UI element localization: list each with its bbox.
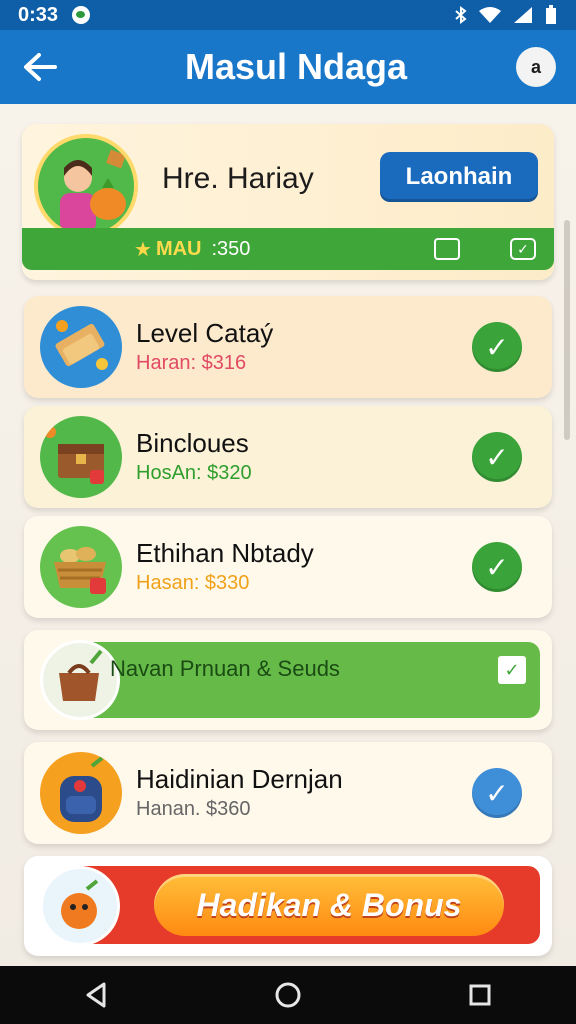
list-item[interactable]: Haidinian Dernjan Hanan. $360 ✓ xyxy=(24,742,552,844)
treasure-chest-icon xyxy=(40,416,122,498)
app-bar: Masul Ndaga a xyxy=(0,30,576,104)
item-title: Bincloues xyxy=(136,428,249,458)
nav-recents-button[interactable] xyxy=(450,966,510,1024)
nav-back-button[interactable] xyxy=(66,966,126,1024)
profile-card: Hre. Hariay Laonhain ★ MAU :350 ✓ xyxy=(22,124,554,280)
back-button[interactable] xyxy=(0,30,80,104)
item-title: Level Cataý xyxy=(136,318,274,348)
item-title: Haidinian Dernjan xyxy=(136,764,343,794)
check-icon[interactable]: ✓ xyxy=(472,542,522,592)
bonus-card: Hadikan & Bonus xyxy=(24,856,552,956)
promo-checkbox[interactable]: ✓ xyxy=(498,656,526,684)
item-price: HosAn: $320 xyxy=(136,462,252,484)
square-recents-icon xyxy=(469,984,491,1006)
user-name: Hre. Hariay xyxy=(162,162,314,195)
page-title: Masul Ndaga xyxy=(184,46,408,87)
tickets-icon xyxy=(40,306,122,388)
nav-home-button[interactable] xyxy=(258,966,318,1024)
triangle-back-icon xyxy=(86,982,106,1008)
seeds-promo-card[interactable]: Navan Prnuan & Seuds ✓ xyxy=(24,630,552,730)
scrollbar[interactable] xyxy=(564,220,570,440)
checkbox-icon[interactable]: ✓ xyxy=(510,238,536,260)
list-item[interactable]: Bincloues HosAn: $320 ✓ xyxy=(24,406,552,508)
bonus-button[interactable]: Hadikan & Bonus xyxy=(154,874,504,936)
check-icon[interactable]: ✓ xyxy=(472,432,522,482)
signal-icon xyxy=(514,7,532,23)
bluetooth-icon xyxy=(455,6,467,24)
wifi-icon xyxy=(479,7,501,23)
farmer-avatar-icon xyxy=(60,149,126,233)
notification-icon xyxy=(72,6,91,24)
backpack-icon xyxy=(40,752,122,834)
points-label: MAU xyxy=(155,237,202,260)
system-nav-bar xyxy=(0,966,576,1024)
check-icon[interactable]: ✓ xyxy=(472,768,522,818)
status-icons xyxy=(454,5,558,25)
battery-icon xyxy=(546,5,556,24)
item-price: Hasan: $330 xyxy=(136,572,250,594)
profile-badge-icon: a xyxy=(530,56,541,77)
item-price: Haran: $316 xyxy=(136,352,247,374)
profile-button[interactable]: a xyxy=(516,47,556,87)
basket-icon xyxy=(40,526,122,608)
points-value: :350 xyxy=(211,237,251,260)
status-bar: 0:33 xyxy=(0,0,576,30)
card-icon[interactable] xyxy=(434,238,460,260)
back-arrow-icon xyxy=(24,53,57,81)
circle-home-icon xyxy=(275,982,301,1008)
item-price: Hanan. $360 xyxy=(136,798,251,820)
status-time: 0:33 xyxy=(18,3,59,26)
item-title: Ethihan Nbtady xyxy=(136,538,314,568)
list-item[interactable]: Ethihan Nbtady Hasan: $330 ✓ xyxy=(24,516,552,618)
promo-label: Navan Prnuan & Seuds xyxy=(110,656,340,681)
seed-bag-icon xyxy=(40,640,120,720)
list-item[interactable]: Level Cataý Haran: $316 ✓ xyxy=(24,296,552,398)
points-bar: ★ MAU :350 ✓ xyxy=(22,228,554,270)
login-button[interactable]: Laonhain xyxy=(380,152,538,202)
avatar xyxy=(34,134,138,238)
check-icon[interactable]: ✓ xyxy=(472,322,522,372)
star-icon: ★ xyxy=(134,238,152,261)
orange-creature-icon xyxy=(40,866,120,946)
